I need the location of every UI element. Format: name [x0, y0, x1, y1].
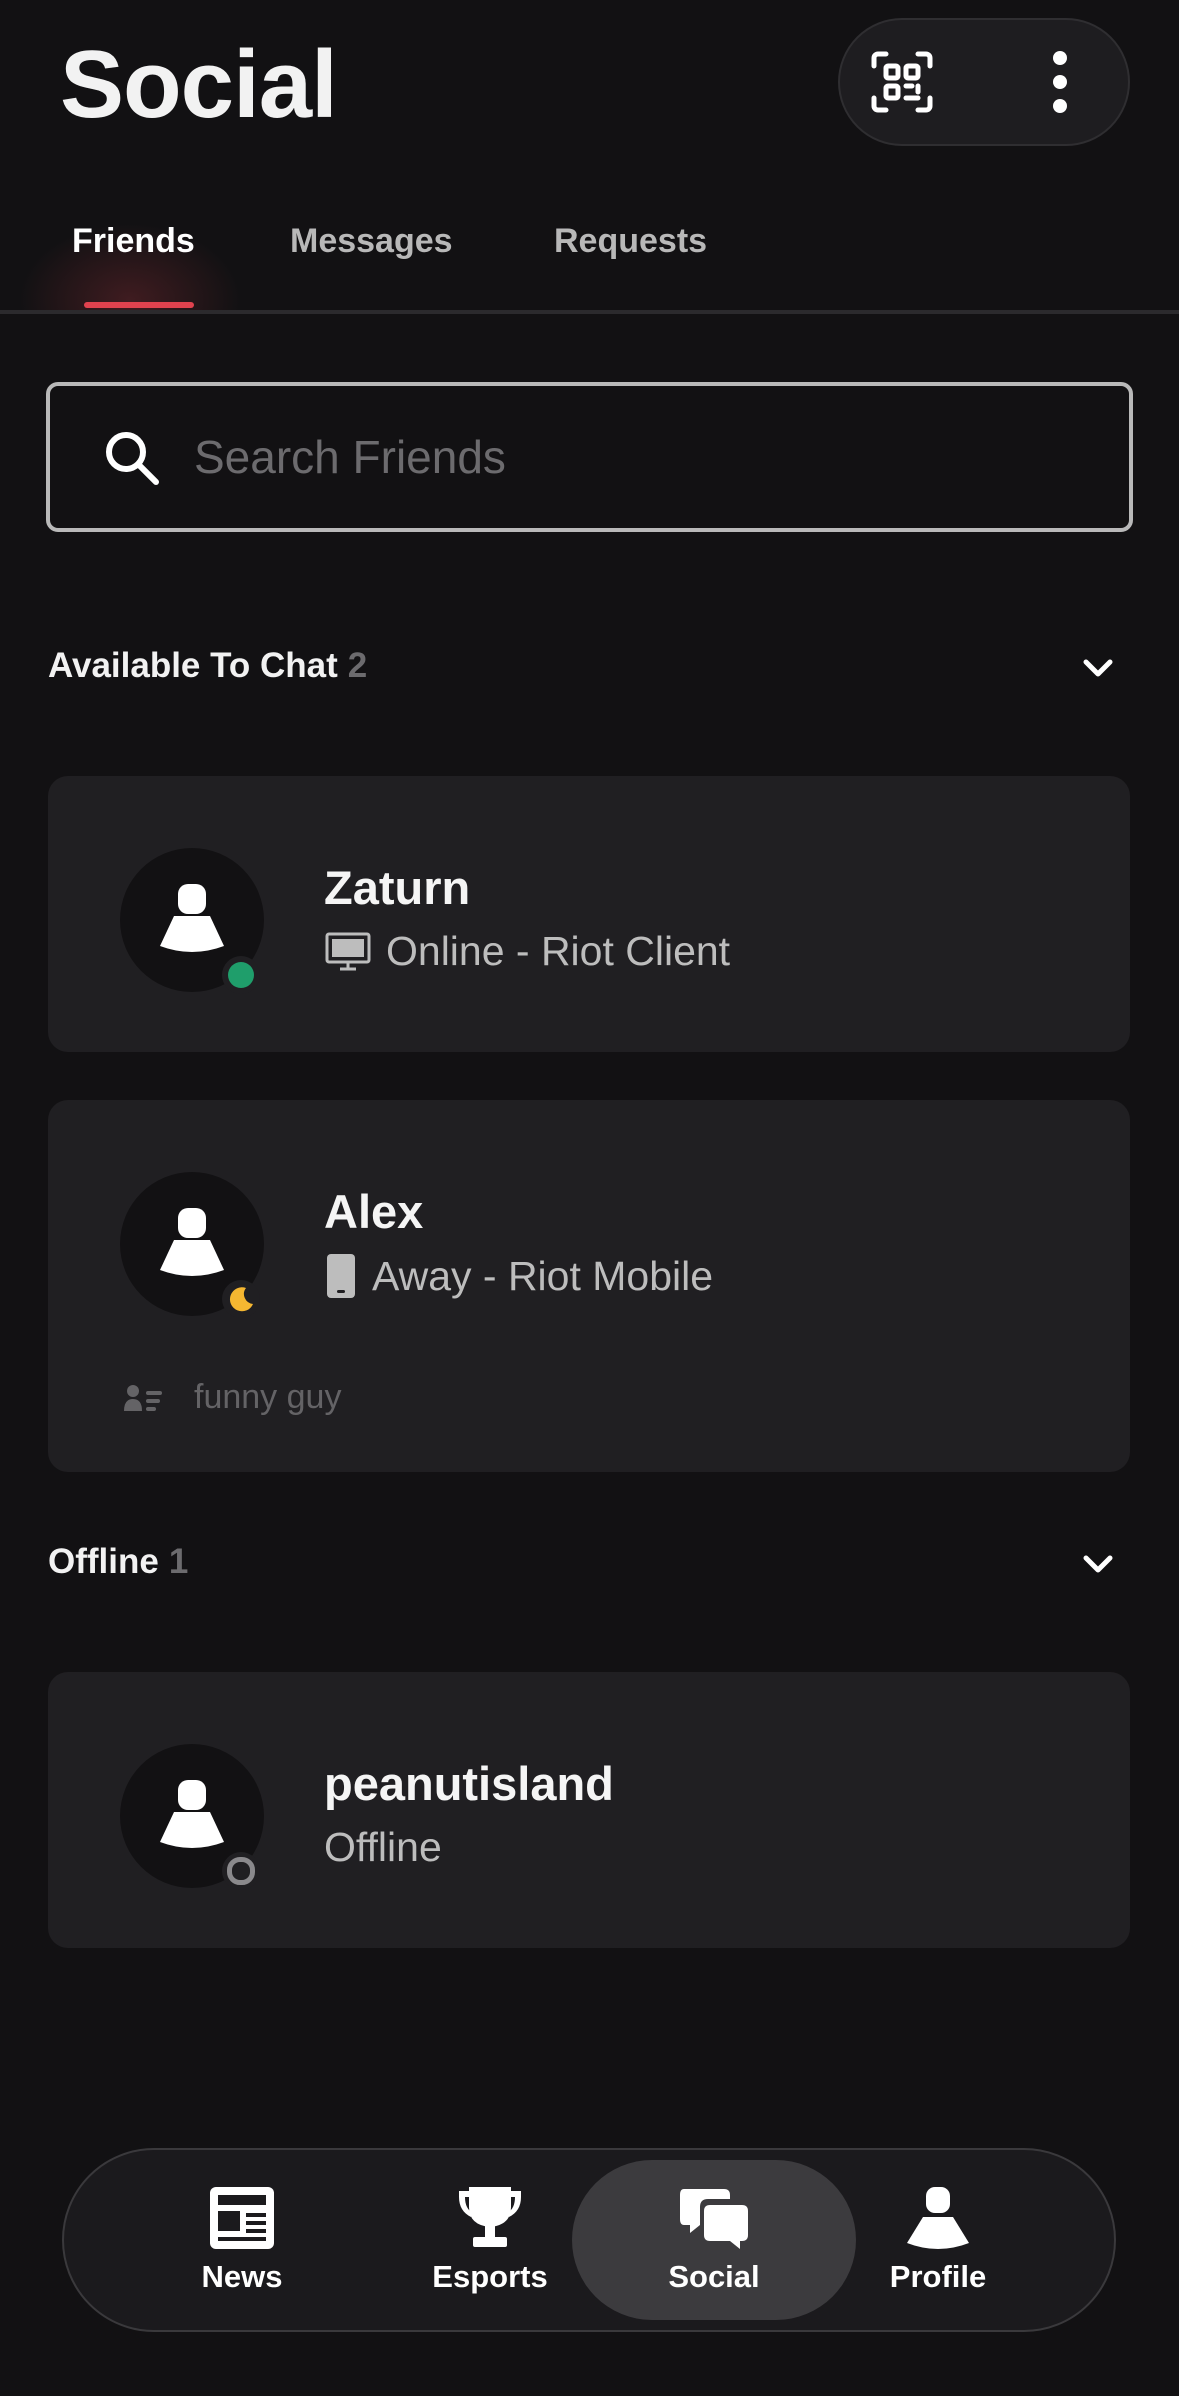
- search-box: [46, 382, 1133, 532]
- more-options-button[interactable]: [1020, 42, 1100, 122]
- nav-label: Social: [668, 2259, 760, 2294]
- nav-label: Esports: [432, 2259, 548, 2294]
- profile-icon: [907, 2187, 969, 2249]
- qr-code-button[interactable]: [862, 42, 942, 122]
- online-status-indicator: [222, 956, 260, 994]
- friend-name: Alex: [324, 1185, 424, 1238]
- friend-status: Online - Riot Client: [324, 928, 730, 975]
- active-tab-indicator: [84, 302, 194, 308]
- tab-bar: Friends Messages Requests: [0, 210, 1179, 314]
- desktop-icon: [325, 932, 371, 970]
- phone-icon: [327, 1254, 355, 1298]
- note-icon: [124, 1384, 162, 1411]
- section-available-header[interactable]: Available To Chat 2: [48, 636, 1134, 696]
- header-actions: [838, 18, 1130, 146]
- page-title: Social: [60, 31, 338, 138]
- moon-icon: [229, 1287, 253, 1312]
- friend-name: peanutisland: [324, 1757, 614, 1810]
- friend-status: Offline: [324, 1824, 442, 1870]
- nav-news[interactable]: News: [100, 2160, 384, 2320]
- bottom-navigation: News Esports Social Profile: [62, 2148, 1116, 2332]
- section-count: 1: [168, 1542, 189, 1581]
- nav-label: News: [201, 2259, 283, 2294]
- friend-status: Away - Riot Mobile: [324, 1252, 713, 1300]
- tab-messages[interactable]: Messages: [290, 222, 453, 261]
- search-input[interactable]: [192, 416, 1096, 498]
- friend-card-peanutisland[interactable]: peanutisland Offline: [48, 1672, 1130, 1948]
- section-label: Offline 1: [48, 1542, 189, 1581]
- chevron-down-icon: [1083, 1555, 1113, 1573]
- nav-profile[interactable]: Profile: [796, 2160, 1080, 2320]
- friend-card-alex[interactable]: Alex Away - Riot Mobile funny guy: [48, 1100, 1130, 1472]
- friend-name: Zaturn: [324, 861, 471, 914]
- trophy-icon: [459, 2187, 521, 2247]
- tab-requests[interactable]: Requests: [554, 222, 707, 261]
- chevron-down-icon: [1083, 659, 1113, 677]
- away-status-indicator: [222, 1280, 260, 1318]
- friend-card-zaturn[interactable]: Zaturn Online - Riot Client: [48, 776, 1130, 1052]
- section-count: 2: [347, 646, 368, 685]
- section-label: Available To Chat 2: [48, 646, 368, 685]
- more-vertical-icon: [1053, 51, 1067, 113]
- nav-label: Profile: [889, 2259, 987, 2294]
- chat-bubbles-icon: [680, 2189, 748, 2249]
- news-icon: [210, 2187, 274, 2249]
- search-icon: [106, 432, 159, 485]
- section-offline-header[interactable]: Offline 1: [48, 1532, 1134, 1592]
- tab-friends[interactable]: Friends: [72, 222, 195, 261]
- offline-status-indicator: [222, 1852, 260, 1890]
- friend-note: funny guy: [124, 1378, 341, 1417]
- qr-code-icon: [871, 51, 933, 113]
